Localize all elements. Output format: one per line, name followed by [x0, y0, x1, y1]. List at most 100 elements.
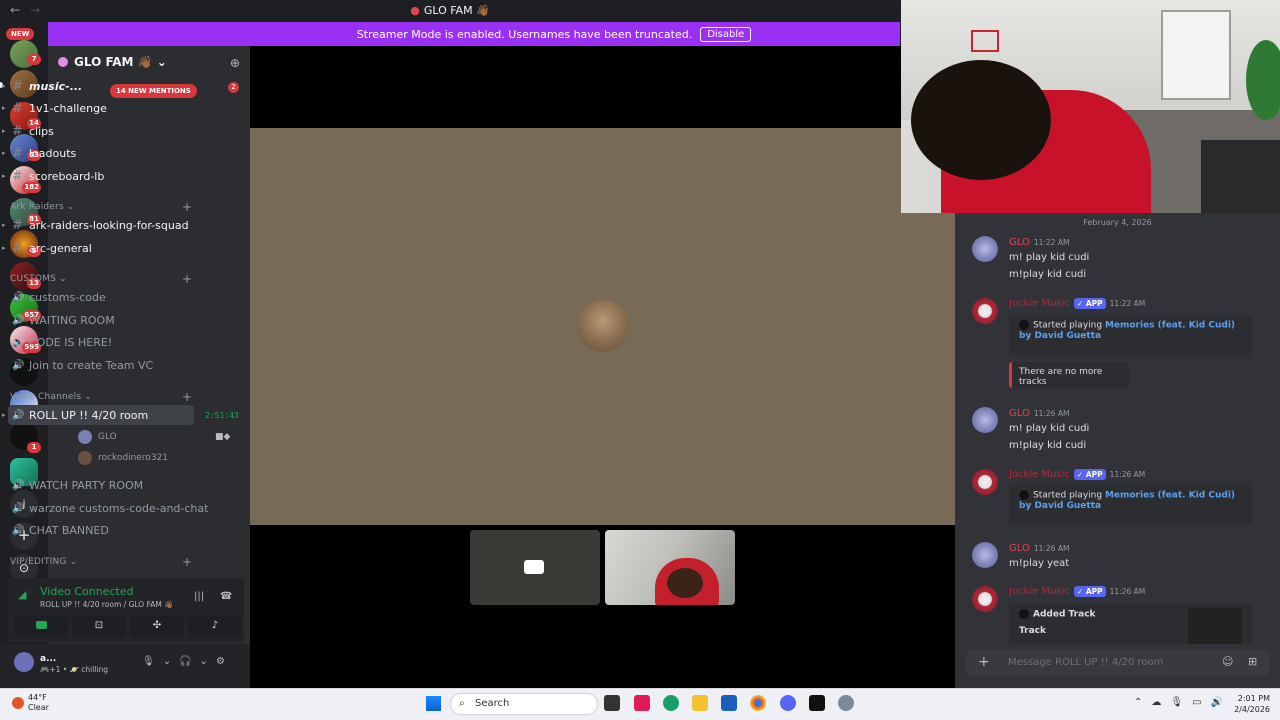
display-icon[interactable]: ▭	[1192, 697, 1201, 708]
add-channel-icon[interactable]: +	[182, 272, 192, 286]
message-header: Jockie Music ✓ APP 11:22 AM	[1009, 298, 1145, 309]
channel-1v1-challenge[interactable]: ▸ #1v1-challenge	[2, 98, 194, 118]
new-pill[interactable]: NEW	[6, 28, 35, 40]
discord-taskbar-icon[interactable]	[780, 695, 796, 711]
author-name[interactable]: Jockie Music	[1009, 469, 1070, 480]
music-icon	[1019, 320, 1029, 330]
hash-icon: #	[12, 240, 23, 256]
channel-chat-banned[interactable]: 🔊 CHAT BANNED	[8, 520, 194, 540]
hash-icon: #	[12, 100, 23, 116]
avatar[interactable]	[972, 586, 998, 612]
emoji-icon[interactable]: ☺	[1222, 655, 1233, 668]
now-playing-embed: Started playing Memories (feat. Kid Cudi…	[1009, 485, 1252, 525]
start-icon[interactable]	[426, 696, 441, 711]
avatar[interactable]	[972, 542, 998, 568]
obs-icon[interactable]	[809, 695, 825, 711]
camera-button[interactable]	[14, 616, 68, 636]
activities-icon: ✣	[152, 620, 162, 631]
disconnect-icon[interactable]: ☎	[220, 591, 232, 602]
voice-status[interactable]: Video Connected	[40, 585, 134, 598]
voice-user-glo[interactable]: GLO	[78, 430, 117, 444]
channel-customs-code[interactable]: 🔊 customs-code	[8, 287, 194, 307]
message-time: 11:26 AM	[1109, 470, 1146, 479]
headphones-icon[interactable]: 🎧	[179, 656, 191, 667]
gear-icon[interactable]: ⚙	[216, 656, 225, 667]
tiktok-icon[interactable]	[634, 695, 650, 711]
channel-label: CODE IS HERE!	[29, 335, 113, 349]
weather-widget[interactable]: 4 44°F Clear	[12, 691, 49, 713]
user-name[interactable]: a...	[40, 654, 56, 664]
settings-icon[interactable]	[838, 695, 854, 711]
channel-clips[interactable]: ▸ # clips	[2, 121, 194, 141]
mic-icon[interactable]: 🎙	[142, 656, 155, 667]
embed-text: There are no more tracks	[1019, 367, 1103, 387]
channel-code-is-here[interactable]: 🔊 CODE IS HERE!	[8, 332, 194, 352]
channel-roll-up-active[interactable]: ▸ 🔊 ROLL UP !! 4/20 room	[2, 405, 194, 425]
channel-warzone-customs[interactable]: 🔊 warzone customs-code-and-chat	[8, 498, 208, 518]
chevron-up-icon[interactable]: ⌃	[1134, 697, 1142, 708]
new-mentions-pill[interactable]: 14 NEW MENTIONS	[110, 84, 197, 98]
channel-join-to-create[interactable]: 🔊 Join to create Team VC	[8, 355, 194, 375]
category-vip-editing[interactable]: VIP/EDITING ⌄ +	[10, 555, 192, 569]
clock[interactable]: 2:01 PM 2/4/2026	[1230, 693, 1270, 715]
participant-video-tile[interactable]	[605, 530, 735, 605]
author-name[interactable]: GLO	[1009, 543, 1030, 554]
chevron-down-icon[interactable]: ⌄	[200, 656, 208, 667]
voice-location[interactable]: ROLL UP !! 4/20 room / GLO FAM 👋🏾	[40, 600, 174, 609]
chrome-icon[interactable]	[750, 695, 766, 711]
apps-icon[interactable]: ⊞	[1248, 655, 1257, 668]
voice-user-rocko[interactable]: rockodinero321	[78, 451, 168, 465]
screen-share-button[interactable]: ⊡	[72, 616, 126, 636]
category-customs[interactable]: CUSTOMS ⌄ +	[10, 272, 192, 286]
volume-icon[interactable]: 🔊	[1211, 697, 1223, 708]
voice-buttons: ⊡ ✣ ♪	[14, 616, 242, 636]
music-icon	[1019, 609, 1029, 619]
avatar[interactable]	[972, 298, 998, 324]
channel-scoreboard-lb[interactable]: ▸ # scoreboard-lb	[2, 166, 194, 186]
category-voice-channels[interactable]: Voice Channels ⌄ +	[10, 390, 192, 404]
channel-ark-raiders-looking-for-squad[interactable]: ▸ # ark-raiders-looking-for-squad	[2, 215, 194, 235]
channel-waiting-room[interactable]: 🔊 WAITING ROOM	[8, 310, 194, 330]
avatar[interactable]	[972, 469, 998, 495]
task-view-icon[interactable]	[604, 695, 620, 711]
invite-people-icon[interactable]: ⊕	[230, 56, 240, 70]
hoop	[971, 30, 999, 52]
avatar[interactable]	[972, 236, 998, 262]
message-text: m! play kid cudi	[1009, 252, 1090, 263]
unread-dot: ▸	[2, 244, 6, 252]
network-icon[interactable]: ☁	[1151, 697, 1161, 708]
taskbar-search[interactable]: ⌕ Search	[450, 693, 598, 715]
noise-suppression-icon[interactable]: |||	[194, 591, 204, 602]
server-header[interactable]: GLO FAM 👋🏾 ⌄	[48, 46, 250, 78]
channel-loadouts[interactable]: ▸ # loadouts	[2, 143, 194, 163]
message-input[interactable]: + Message ROLL UP !! 4/20 room ☺ ⊞	[966, 650, 1270, 676]
author-name[interactable]: Jockie Music	[1009, 298, 1070, 309]
channel-arc-general[interactable]: ▸ # arc-general	[2, 238, 194, 258]
user-avatar[interactable]	[14, 652, 34, 672]
attach-plus-icon[interactable]: +	[978, 654, 990, 670]
category-ark-raiders[interactable]: Ark Raiders ⌄ +	[10, 200, 192, 214]
avatar[interactable]	[972, 407, 998, 433]
camera-off-tile[interactable]	[470, 530, 600, 605]
disable-streamer-button[interactable]: Disable	[700, 26, 752, 42]
author-name[interactable]: Jockie Music	[1009, 586, 1070, 597]
window	[1161, 10, 1231, 100]
chevron-down-icon[interactable]: ⌄	[163, 656, 171, 667]
add-channel-icon[interactable]: +	[182, 390, 192, 404]
message-text: m! play kid cudi	[1009, 423, 1090, 434]
speaker-icon: 🔊	[12, 359, 25, 371]
mic-tray-icon[interactable]: 🎙	[1170, 697, 1183, 708]
author-name[interactable]: GLO	[1009, 408, 1030, 419]
file-explorer-icon[interactable]	[692, 695, 708, 711]
speaker-icon: 🔊	[12, 524, 25, 536]
edge-icon[interactable]	[663, 695, 679, 711]
message-header: Jockie Music ✓ APP 11:26 AM	[1009, 586, 1145, 597]
add-channel-icon[interactable]: +	[182, 200, 192, 214]
add-channel-icon[interactable]: +	[182, 555, 192, 569]
channel-watch-party-room[interactable]: 🔊 WATCH PARTY ROOM	[8, 475, 194, 495]
store-icon[interactable]	[721, 695, 737, 711]
soundboard-button[interactable]: ♪	[188, 616, 242, 636]
author-name[interactable]: GLO	[1009, 237, 1030, 248]
server-name: GLO FAM 👋🏾 ⌄	[74, 55, 167, 69]
activities-button[interactable]: ✣	[130, 616, 184, 636]
